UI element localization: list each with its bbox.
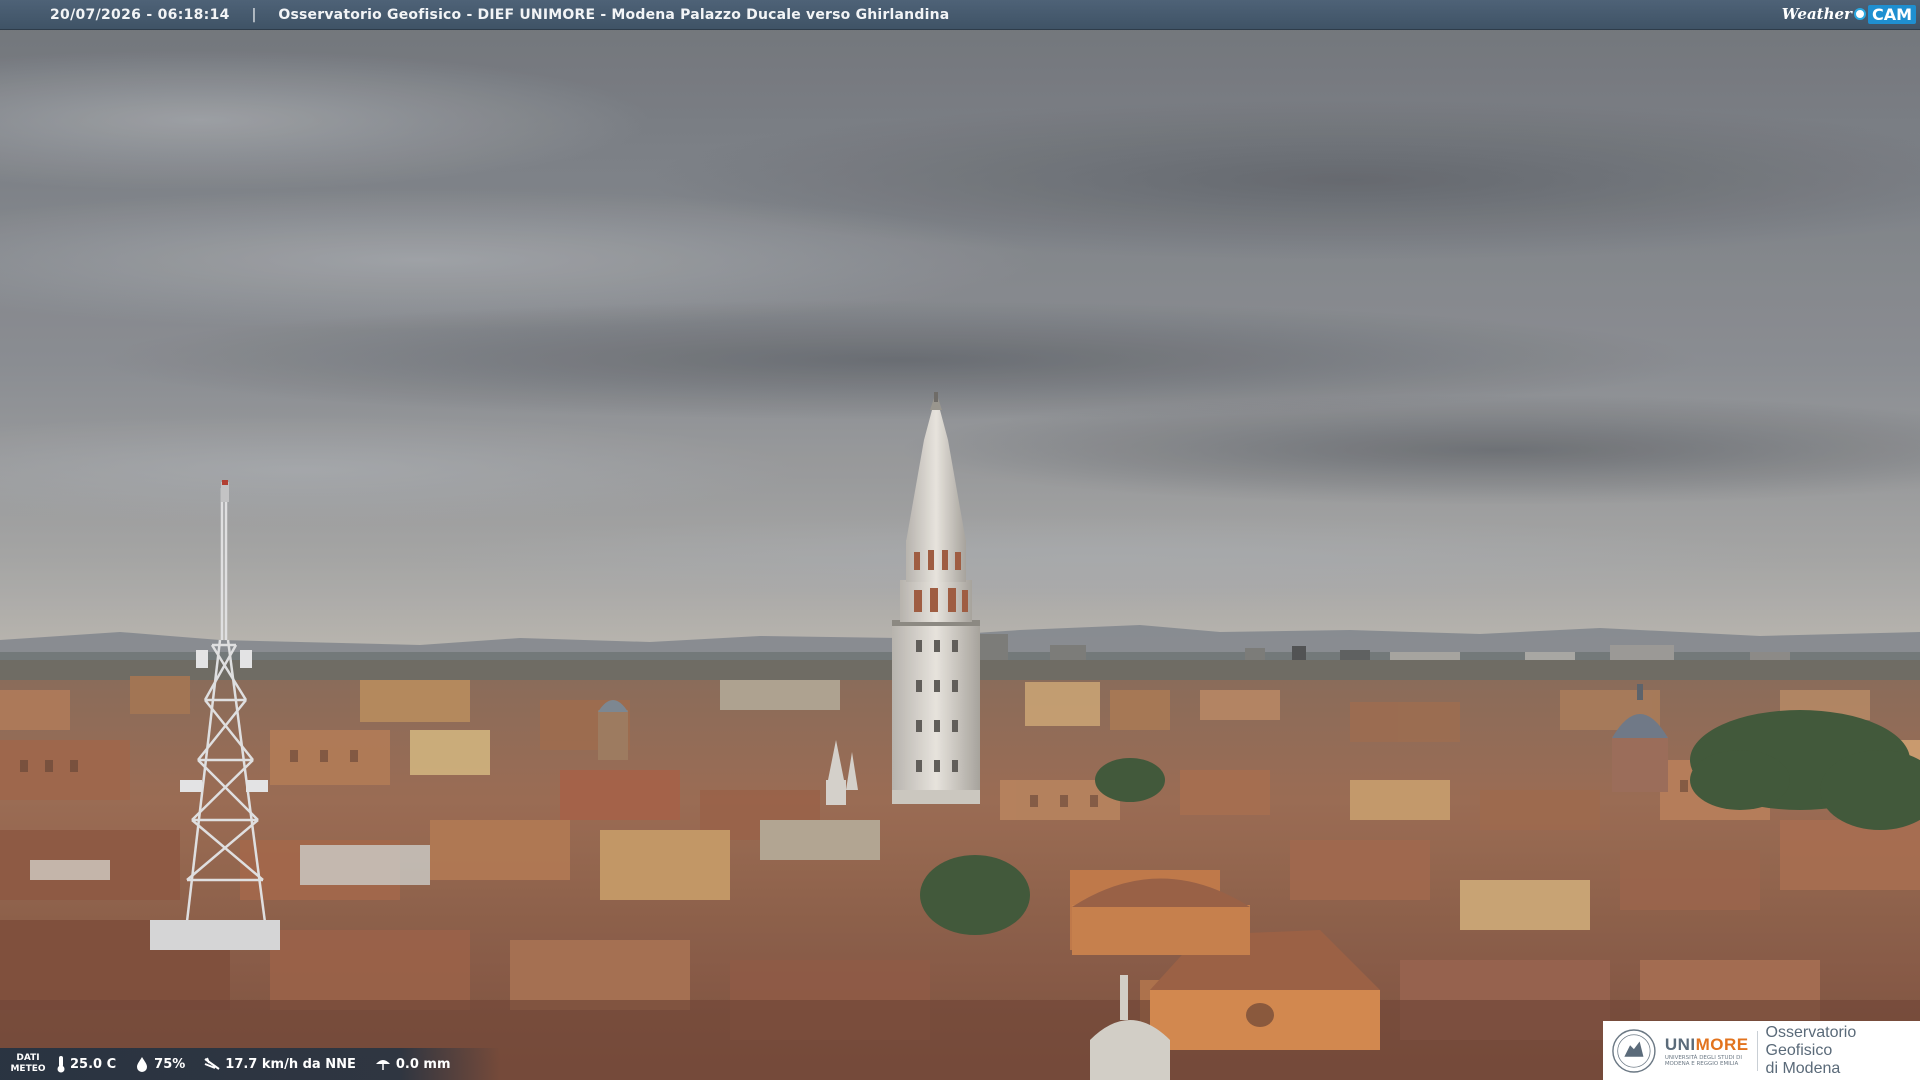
webcam-frame: 20/07/2026 - 06:18:14 | Osservatorio Geo…: [0, 0, 1920, 1080]
weathercam-logo: Weather CAM: [1782, 3, 1916, 25]
rain-readout: 0.0 mm: [374, 1056, 451, 1072]
observatory-name-line1: Osservatorio Geofisico: [1765, 1023, 1857, 1059]
camera-title: Osservatorio Geofisico - DIEF UNIMORE - …: [278, 6, 950, 23]
humidity-drop-icon: [137, 1057, 148, 1072]
weathercam-dot-icon: [1853, 8, 1866, 20]
meteo-label: DATI METEO: [0, 1053, 56, 1075]
unimore-subtitle-line1: Università degli studi di: [1664, 1054, 1742, 1061]
meteo-label-line1: DATI: [16, 1053, 40, 1063]
thermometer-icon: [57, 1056, 65, 1073]
caption-separator: |: [251, 6, 257, 23]
humidity-value: 75%: [154, 1056, 186, 1072]
weathercam-logo-cam-text: CAM: [1867, 4, 1916, 24]
university-seal-icon: [1612, 1028, 1656, 1073]
unimore-name-accent: MORE: [1695, 1034, 1749, 1054]
observatory-name-line2: di Modena: [1765, 1059, 1841, 1077]
humidity-readout: 75%: [134, 1056, 185, 1072]
rain-value: 0.0 mm: [395, 1056, 451, 1072]
wind-value: 17.7 km/h da NNE: [225, 1056, 356, 1072]
unimore-name-main: UNI: [1664, 1034, 1696, 1054]
caption-bar: 20/07/2026 - 06:18:14 | Osservatorio Geo…: [0, 0, 1920, 30]
weathercam-logo-weather-text: Weather: [1781, 5, 1852, 23]
unimore-subtitle-line2: Modena e Reggio Emilia: [1664, 1060, 1739, 1067]
wind-readout: 17.7 km/h da NNE: [203, 1056, 356, 1072]
observatory-name: Osservatorio Geofisico di Modena: [1766, 1024, 1920, 1078]
unimore-logo-panel: UNIMORE Università degli studi di Modena…: [1603, 1021, 1920, 1080]
weather-data-bar: DATI METEO 25.0 C 75% 17.7 km/h da NNE 0…: [0, 1048, 500, 1080]
logo-divider: [1756, 1030, 1758, 1071]
temperature-value: 25.0 C: [70, 1056, 117, 1072]
unimore-wordmark: UNIMORE Università degli studi di Modena…: [1665, 1035, 1749, 1067]
temperature-readout: 25.0 C: [56, 1055, 116, 1073]
unimore-name: UNIMORE: [1665, 1035, 1749, 1055]
rain-icon: [375, 1060, 390, 1070]
wind-icon: [204, 1057, 220, 1070]
timestamp: 20/07/2026 - 06:18:14: [50, 6, 230, 23]
meteo-label-line2: METEO: [10, 1064, 46, 1074]
city-panorama: [0, 0, 1920, 1080]
